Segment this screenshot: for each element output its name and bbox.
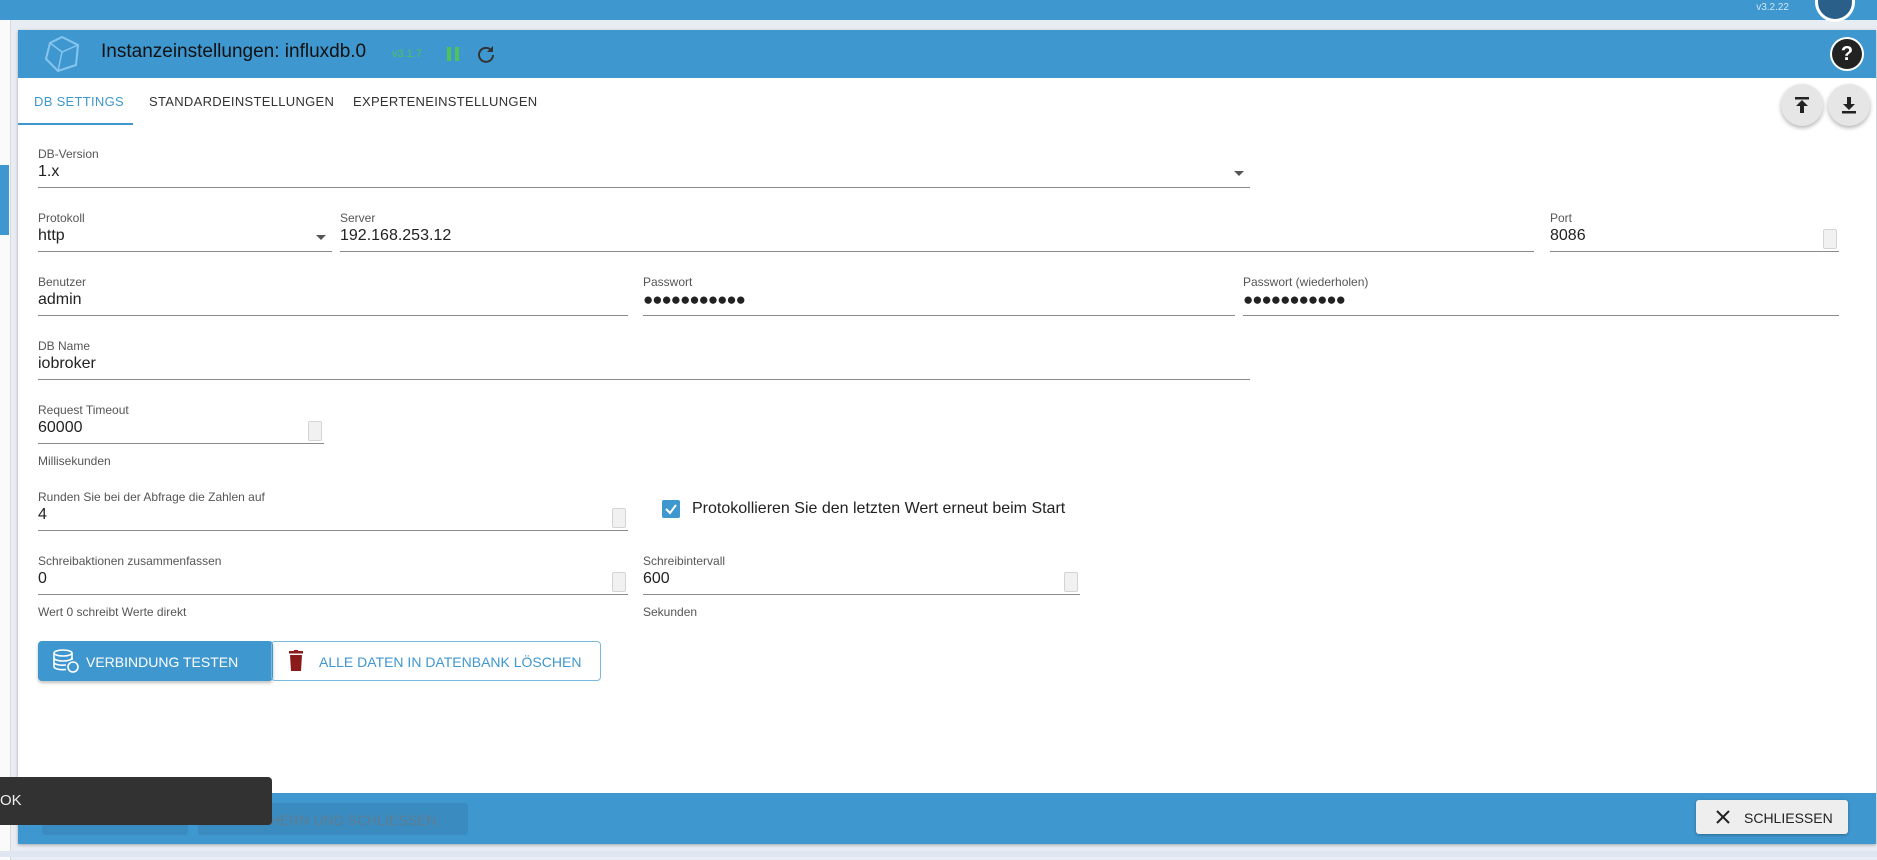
bottom-strip — [0, 851, 1877, 857]
check-icon — [665, 504, 677, 515]
field-underline — [38, 594, 628, 595]
password-value: ●●●●●●●●●●● — [643, 290, 746, 309]
close-button[interactable]: SCHLIESSEN — [1696, 800, 1848, 834]
app-version: v3.2.22 — [1756, 2, 1789, 13]
stepper-icon[interactable] — [1064, 572, 1078, 592]
chevron-down-icon — [1234, 171, 1244, 176]
log-last-value-checkbox[interactable] — [662, 500, 680, 518]
pause-icon[interactable] — [444, 45, 462, 63]
db-version-label: DB-Version — [38, 147, 99, 161]
db-name-value: iobroker — [38, 355, 96, 372]
database-check-icon — [53, 649, 79, 673]
snackbar: OK — [0, 777, 272, 825]
trash-icon — [289, 650, 303, 671]
dialog-footer: ICHERN UND SCHLIESSEN SCHLIESSEN — [18, 793, 1876, 844]
upload-icon — [1795, 97, 1809, 113]
field-underline — [1243, 315, 1839, 316]
test-connection-label: VERBINDUNG TESTEN — [86, 654, 239, 670]
field-underline — [38, 187, 1250, 188]
password-repeat-label: Passwort (wiederholen) — [1243, 275, 1369, 289]
request-timeout-value: 60000 — [38, 419, 83, 436]
side-menu-accent — [0, 165, 9, 235]
help-button[interactable]: ? — [1830, 37, 1864, 71]
db-version-value: 1.x — [38, 163, 60, 180]
download-settings-button[interactable] — [1828, 84, 1870, 126]
tab-db-settings[interactable]: DB SETTINGS — [34, 94, 124, 109]
stepper-icon[interactable] — [612, 572, 626, 592]
user-label: Benutzer — [38, 275, 87, 289]
field-underline — [38, 443, 324, 444]
dialog-title: Instanzeinstellungen: influxdb.0 — [101, 41, 367, 62]
field-underline — [38, 379, 1250, 380]
close-label: SCHLIESSEN — [1744, 810, 1833, 826]
field-underline — [38, 251, 332, 252]
server-label: Server — [340, 211, 376, 225]
download-icon — [1842, 97, 1856, 114]
request-timeout-label: Request Timeout — [38, 403, 129, 417]
save-and-close-label: ICHERN UND SCHLIESSEN — [256, 812, 437, 828]
protocol-value: http — [38, 227, 65, 244]
port-label: Port — [1550, 211, 1573, 225]
active-tab-indicator — [18, 123, 133, 125]
influxdb-logo-icon — [44, 35, 80, 73]
batch-write-value: 0 — [38, 570, 47, 587]
delete-all-data-label: ALLE DATEN IN DATENBANK LÖSCHEN — [319, 654, 582, 670]
request-timeout-helper: Millisekunden — [38, 454, 111, 468]
batch-write-label: Schreibaktionen zusammenfassen — [38, 554, 222, 568]
tab-expert-settings[interactable]: EXPERTENEINSTELLUNGEN — [353, 94, 538, 109]
delete-all-data-button[interactable]: ALLE DATEN IN DATENBANK LÖSCHEN — [271, 641, 601, 681]
instance-version: v3.1.7 — [392, 48, 422, 60]
round-label: Runden Sie bei der Abfrage die Zahlen au… — [38, 490, 265, 504]
write-interval-value: 600 — [643, 570, 670, 587]
write-interval-label: Schreibintervall — [643, 554, 726, 568]
reload-icon[interactable] — [476, 44, 496, 64]
server-value: 192.168.253.12 — [340, 227, 452, 244]
side-menu-strip — [0, 20, 11, 860]
db-name-label: DB Name — [38, 339, 91, 353]
write-interval-helper: Sekunden — [643, 605, 698, 619]
field-underline — [38, 315, 628, 316]
field-underline — [643, 315, 1235, 316]
batch-write-helper: Wert 0 schreibt Werte direkt — [38, 605, 187, 619]
instance-settings-dialog: Instanzeinstellungen: influxdb.0 v3.1.7 … — [18, 30, 1876, 844]
test-connection-button[interactable]: VERBINDUNG TESTEN — [38, 641, 273, 681]
round-value: 4 — [38, 506, 47, 523]
stepper-icon[interactable] — [308, 421, 322, 441]
field-underline — [643, 594, 1080, 595]
stepper-icon[interactable] — [1823, 229, 1837, 249]
upload-settings-button[interactable] — [1781, 84, 1823, 126]
field-underline — [1550, 251, 1839, 252]
password-label: Passwort — [643, 275, 693, 289]
help-icon: ? — [1832, 39, 1862, 69]
password-repeat-value: ●●●●●●●●●●● — [1243, 290, 1346, 309]
chevron-down-icon — [316, 235, 326, 240]
top-app-bar: v3.2.22 — [0, 0, 1877, 22]
close-icon — [1716, 810, 1730, 824]
stepper-icon[interactable] — [612, 508, 626, 528]
avatar[interactable] — [1815, 0, 1855, 22]
dialog-header: Instanzeinstellungen: influxdb.0 v3.1.7 … — [18, 30, 1876, 78]
field-underline — [38, 530, 628, 531]
protocol-label: Protokoll — [38, 211, 85, 225]
log-last-value-label[interactable]: Protokollieren Sie den letzten Wert erne… — [692, 500, 1065, 518]
port-value: 8086 — [1550, 227, 1586, 244]
user-value: admin — [38, 291, 82, 308]
field-underline — [340, 251, 1534, 252]
snackbar-text: OK — [0, 792, 22, 809]
tab-standard-settings[interactable]: STANDARDEINSTELLUNGEN — [149, 94, 334, 109]
